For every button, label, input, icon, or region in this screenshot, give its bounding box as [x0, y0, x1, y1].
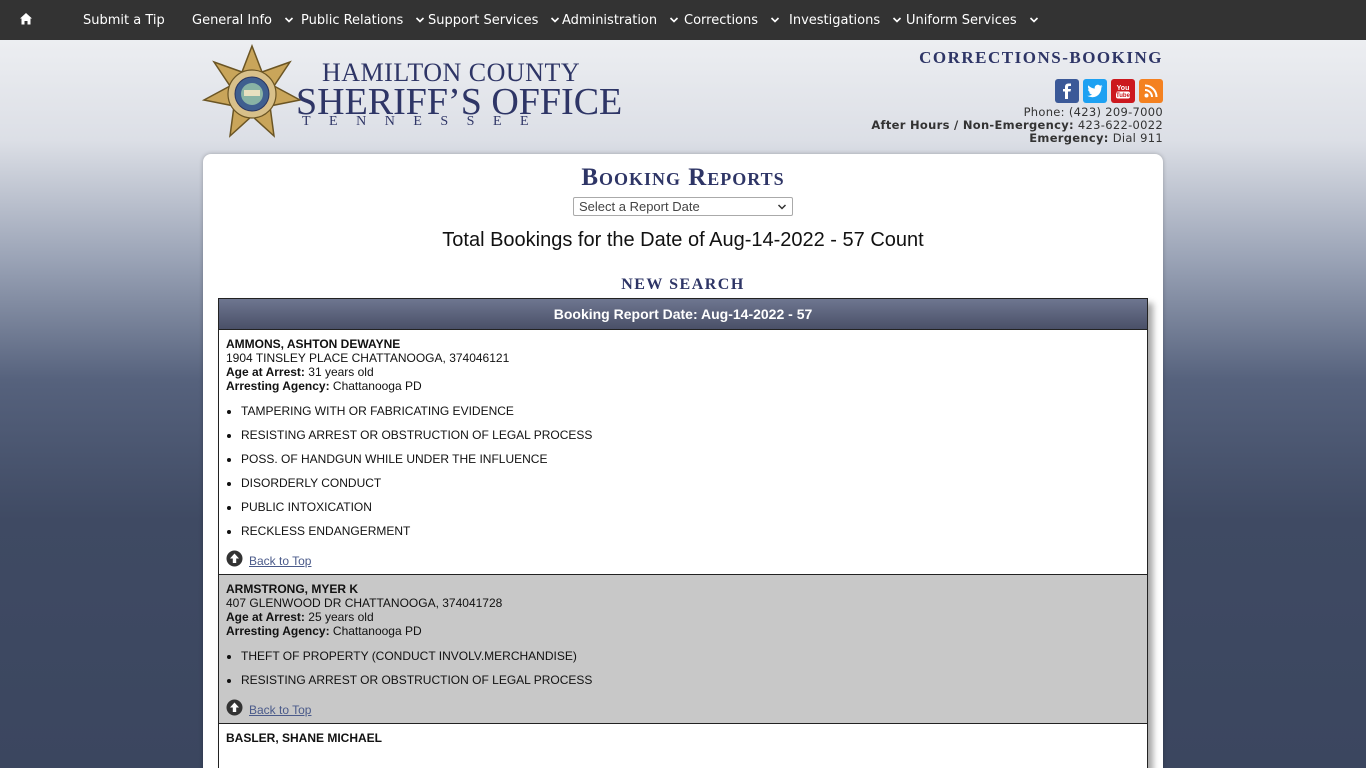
booking-record: ARMSTRONG, MYER K 407 GLENWOOD DR CHATTA…: [219, 575, 1147, 724]
section-title: CORRECTIONS-BOOKING: [919, 48, 1163, 67]
table-header: Booking Report Date: Aug-14-2022 - 57: [219, 299, 1147, 330]
youtube-icon[interactable]: You Tube: [1111, 79, 1135, 103]
sheriff-badge-logo[interactable]: [202, 44, 302, 144]
age-value: 25 years old: [308, 610, 374, 624]
nav-item-submit-a-tip[interactable]: Submit a Tip: [83, 0, 165, 40]
age-row: Age at Arrest: 25 years old: [226, 610, 1140, 624]
age-row: Age at Arrest: 31 years old: [226, 365, 1140, 379]
charges-list: THEFT OF PROPERTY (CONDUCT INVOLV.MERCHA…: [241, 649, 1140, 687]
nav-item-support-services[interactable]: Support Services: [428, 0, 560, 40]
total-bookings-heading: Total Bookings for the Date of Aug-14-20…: [442, 229, 924, 251]
emergency-number: Dial 911: [1112, 131, 1163, 145]
facebook-icon[interactable]: [1055, 79, 1079, 103]
nav-item-uniform-services[interactable]: Uniform Services: [906, 0, 1039, 40]
after-hours-number[interactable]: 423-622-0022: [1078, 118, 1163, 132]
inmate-address: 407 GLENWOOD DR CHATTANOOGA, 374041728: [226, 596, 503, 610]
charge-item: THEFT OF PROPERTY (CONDUCT INVOLV.MERCHA…: [241, 649, 1140, 663]
back-to-top[interactable]: Back to Top: [226, 697, 1140, 717]
nav-item-investigations[interactable]: Investigations: [789, 0, 902, 40]
charge-item: POSS. OF HANDGUN WHILE UNDER THE INFLUEN…: [241, 452, 1140, 466]
charge-item: RECKLESS ENDANGERMENT: [241, 524, 1140, 538]
charge-item: PUBLIC INTOXICATION: [241, 500, 1140, 514]
nav-item-corrections[interactable]: Corrections: [684, 0, 780, 40]
nav-item-label: Submit a Tip: [83, 12, 165, 28]
nav-item-public-relations[interactable]: Public Relations: [301, 0, 425, 40]
nav-item-label: Public Relations: [301, 12, 404, 28]
inmate-name: AMMONS, ASHTON DEWAYNE: [226, 337, 401, 351]
age-label: Age at Arrest:: [226, 365, 305, 379]
svg-text:Tube: Tube: [1116, 93, 1131, 99]
inmate-name: ARMSTRONG, MYER K: [226, 582, 358, 596]
charges-list: TAMPERING WITH OR FABRICATING EVIDENCE R…: [241, 404, 1140, 538]
twitter-icon[interactable]: [1083, 79, 1107, 103]
agency-value: Chattanooga PD: [332, 624, 422, 638]
charge-item: TAMPERING WITH OR FABRICATING EVIDENCE: [241, 404, 1140, 418]
arrow-up-circle-icon[interactable]: [226, 699, 243, 716]
booking-record: BASLER, SHANE MICHAEL: [219, 724, 1147, 745]
chevron-down-icon: [893, 17, 902, 23]
nav-item-administration[interactable]: Administration: [562, 0, 679, 40]
back-to-top-link[interactable]: Back to Top: [249, 554, 311, 568]
agency-label: Arresting Agency:: [226, 624, 330, 638]
agency-value: Chattanooga PD: [332, 379, 422, 393]
charge-item: RESISTING ARREST OR OBSTRUCTION OF LEGAL…: [241, 428, 1140, 442]
nav-item-label: Support Services: [428, 12, 539, 28]
nav-item-label: Uniform Services: [906, 12, 1017, 28]
nav-item-label: General Info: [192, 12, 272, 28]
nav-item-label: Administration: [562, 12, 658, 28]
chevron-down-icon: [551, 17, 560, 23]
phone-label: Phone:: [1023, 105, 1065, 119]
booking-report-table: Booking Report Date: Aug-14-2022 - 57 AM…: [218, 298, 1148, 768]
emergency-line: Emergency: Dial 911: [871, 132, 1163, 145]
booking-record: AMMONS, ASHTON DEWAYNE 1904 TINSLEY PLAC…: [219, 330, 1147, 575]
page-title: Booking Reports: [581, 164, 785, 191]
chevron-down-icon: [770, 17, 780, 23]
content-panel: Booking Reports Select a Report Date Tot…: [203, 154, 1163, 768]
top-navigation: Submit a Tip General Info Public Relatio…: [0, 0, 1366, 40]
arrow-up-circle-icon[interactable]: [226, 550, 243, 567]
chevron-down-icon: [777, 204, 787, 210]
home-icon[interactable]: [19, 12, 33, 26]
agency-label: Arresting Agency:: [226, 379, 330, 393]
age-value: 31 years old: [308, 365, 374, 379]
inmate-address: 1904 TINSLEY PLACE CHATTANOOGA, 37404612…: [226, 351, 510, 365]
logo-line-state: TENNESSEE: [302, 114, 548, 129]
new-search-link[interactable]: NEW SEARCH: [203, 276, 1163, 294]
contact-info: Phone: (423) 209-7000 After Hours / Non-…: [871, 106, 1163, 145]
inmate-name: BASLER, SHANE MICHAEL: [226, 731, 383, 745]
chevron-down-icon: [416, 17, 425, 23]
back-to-top[interactable]: Back to Top: [226, 548, 1140, 568]
age-label: Age at Arrest:: [226, 610, 305, 624]
nav-item-label: Corrections: [684, 12, 759, 28]
rss-icon[interactable]: [1139, 79, 1163, 103]
report-date-select[interactable]: Select a Report Date: [573, 197, 793, 216]
back-to-top-link[interactable]: Back to Top: [249, 703, 311, 717]
social-links: You Tube: [1055, 79, 1163, 103]
nav-item-label: Investigations: [789, 12, 881, 28]
charge-item: DISORDERLY CONDUCT: [241, 476, 1140, 490]
emergency-label: Emergency:: [1029, 131, 1109, 145]
agency-row: Arresting Agency: Chattanooga PD: [226, 379, 1140, 393]
svg-text:You: You: [1117, 85, 1130, 92]
agency-row: Arresting Agency: Chattanooga PD: [226, 624, 1140, 638]
phone-number[interactable]: (423) 209-7000: [1069, 105, 1163, 119]
chevron-down-icon: [670, 17, 679, 23]
after-hours-label: After Hours / Non-Emergency:: [871, 118, 1074, 132]
nav-item-general-info[interactable]: General Info: [192, 0, 294, 40]
chevron-down-icon: [1029, 17, 1038, 23]
charge-item: RESISTING ARREST OR OBSTRUCTION OF LEGAL…: [241, 673, 1140, 687]
chevron-down-icon: [284, 17, 294, 23]
report-date-select-value: Select a Report Date: [579, 199, 700, 214]
